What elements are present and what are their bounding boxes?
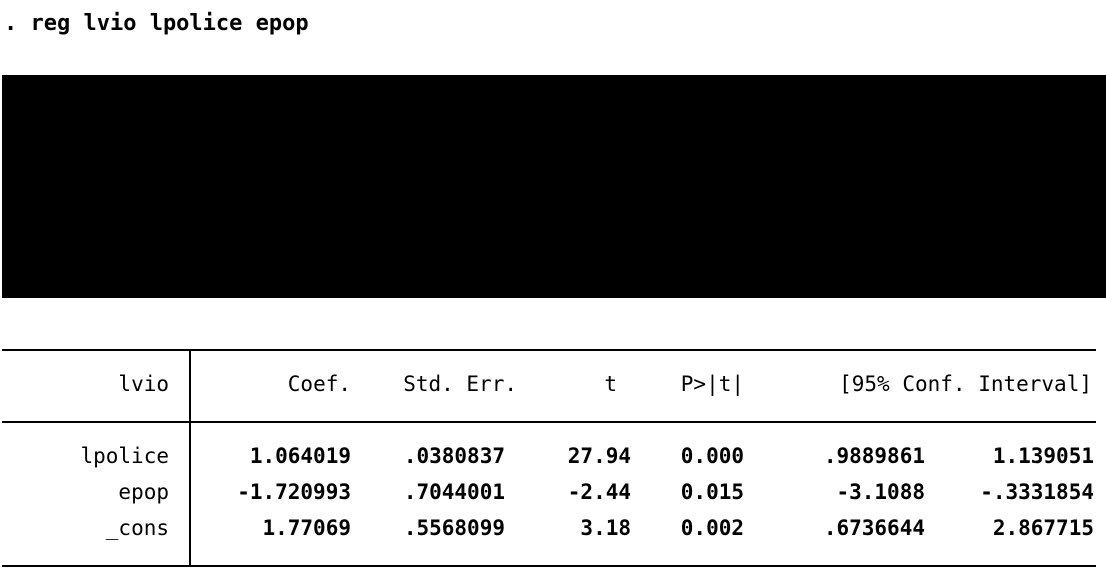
header-t: t xyxy=(604,372,617,396)
cell-t: 27.94 xyxy=(567,444,631,468)
cell-ci-high: 1.139051 xyxy=(992,444,1094,468)
table-header-rule xyxy=(2,421,1096,423)
stata-command: . reg lvio lpolice epop xyxy=(4,11,309,36)
row-variable-name: epop xyxy=(118,480,169,504)
cell-std-err: .0380837 xyxy=(403,444,505,468)
cell-ci-low: .6736644 xyxy=(823,516,925,540)
cell-p-value: 0.002 xyxy=(680,516,744,540)
cell-p-value: 0.000 xyxy=(680,444,744,468)
cell-t: -2.44 xyxy=(567,480,631,504)
cell-ci-low: .9889861 xyxy=(823,444,925,468)
cell-ci-high: -.3331854 xyxy=(980,480,1094,504)
row-variable-name: _cons xyxy=(105,516,169,540)
header-p-value: P>|t| xyxy=(680,372,744,396)
cell-coef: 1.064019 xyxy=(249,444,351,468)
cell-coef: 1.77069 xyxy=(262,516,351,540)
cell-std-err: .5568099 xyxy=(403,516,505,540)
table-column-divider xyxy=(189,350,191,566)
cell-p-value: 0.015 xyxy=(680,480,744,504)
cell-coef: -1.720993 xyxy=(237,480,351,504)
redacted-output-block xyxy=(2,75,1106,298)
header-conf-interval: [95% Conf. Interval] xyxy=(839,372,1092,396)
header-depvar: lvio xyxy=(118,372,169,396)
row-variable-name: lpolice xyxy=(80,444,169,468)
cell-ci-high: 2.867715 xyxy=(992,516,1094,540)
table-top-rule xyxy=(2,349,1096,351)
cell-std-err: .7044001 xyxy=(403,480,505,504)
cell-t: 3.18 xyxy=(580,516,631,540)
header-coef: Coef. xyxy=(287,372,351,396)
cell-ci-low: -3.1088 xyxy=(836,480,925,504)
table-bottom-rule xyxy=(2,565,1096,567)
header-std-err: Std. Err. xyxy=(403,372,517,396)
